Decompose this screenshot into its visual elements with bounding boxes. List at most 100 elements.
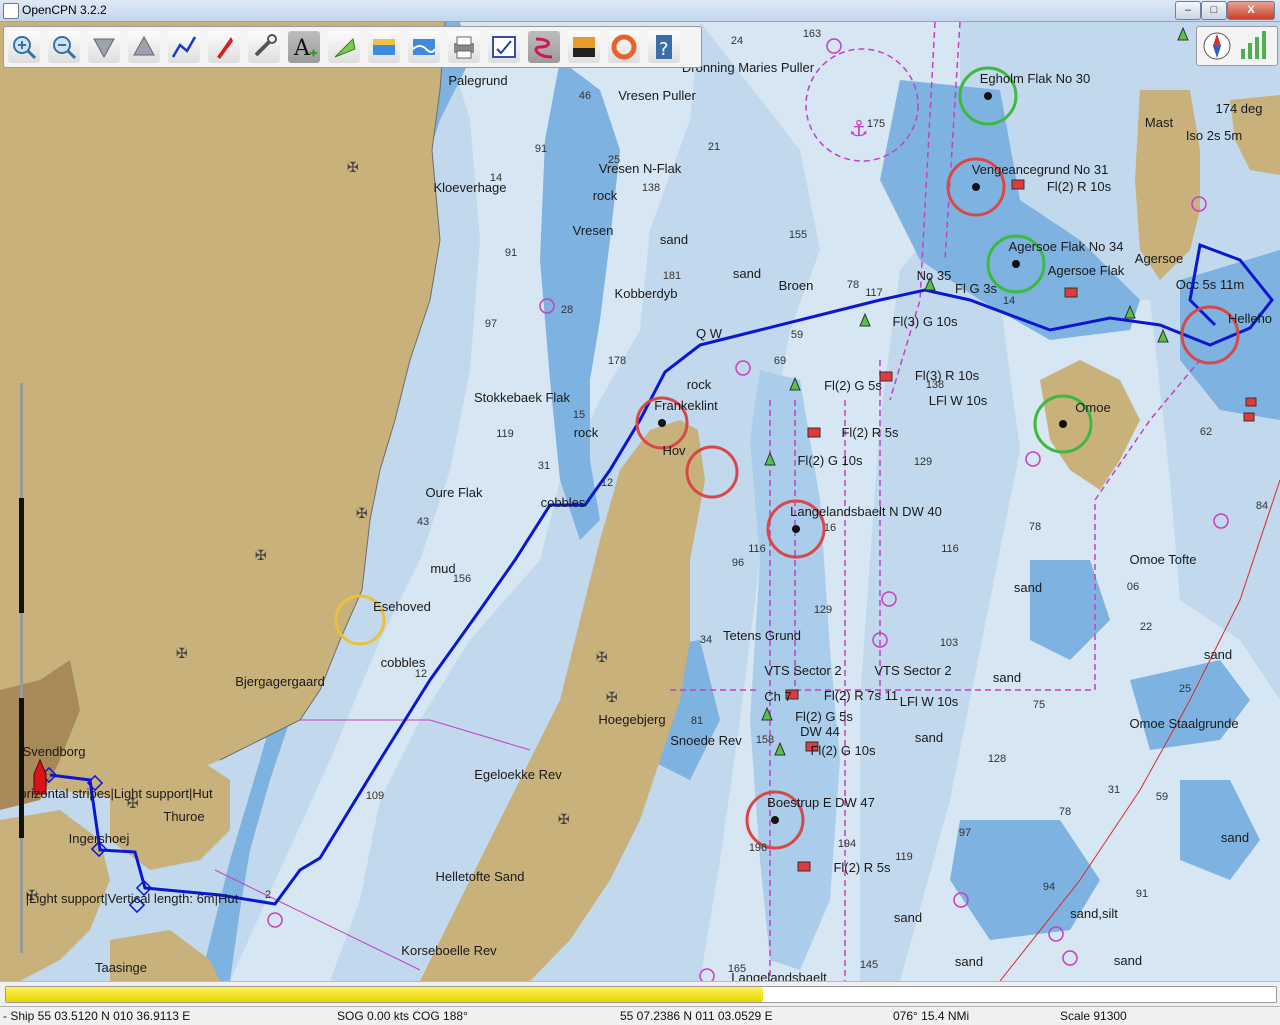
chart-label: Iso 2s 5m (1186, 128, 1242, 143)
app-icon (3, 3, 19, 19)
color-scheme-button[interactable] (568, 31, 600, 63)
depth-sounding: 129 (914, 456, 932, 468)
chart-label: Hov (662, 443, 686, 458)
chart-label: Broen (779, 278, 814, 293)
bearing-distance: 076° 15.4 NMi (893, 1009, 970, 1023)
settings-button[interactable] (248, 31, 280, 63)
chart-label: Agersoe Flak (1048, 263, 1125, 278)
depth-sounding: 138 (642, 182, 660, 194)
chart-label: Ingershoej (69, 831, 130, 846)
depth-sounding: 84 (1256, 500, 1268, 512)
depth-sounding: 2 (265, 889, 271, 901)
chart-label: cobbles (541, 495, 586, 510)
minimize-button[interactable]: – (1175, 1, 1201, 20)
depth-sounding: 175 (867, 118, 885, 130)
print-button[interactable] (448, 31, 480, 63)
route-button[interactable] (168, 31, 200, 63)
depth-sounding: 28 (561, 304, 573, 316)
chart-label: DW 44 (800, 724, 840, 739)
depth-sounding: 25 (608, 154, 620, 166)
chart-label: Fl(3) G 10s (892, 314, 958, 329)
scale-down-button[interactable] (88, 31, 120, 63)
chart-label: sand (1221, 830, 1249, 845)
compass-widget[interactable] (1196, 26, 1278, 66)
depth-sounding: 12 (601, 477, 613, 489)
svg-text:✠: ✠ (255, 548, 267, 564)
svg-text:✠: ✠ (596, 650, 608, 666)
chart-label: Mast (1145, 115, 1174, 130)
color-scheme-icon (573, 37, 595, 57)
chart-label: sand,silt (1070, 906, 1118, 921)
chart-label: Svendborg (23, 744, 86, 759)
depth-sounding: 156 (453, 573, 471, 585)
chart-label: Kobberdyb (615, 286, 678, 301)
chart-label: LFl W 10s (929, 393, 988, 408)
chart-bar-area (0, 981, 1280, 1006)
close-button[interactable]: X (1227, 1, 1275, 20)
nautical-chart[interactable]: ✠ ✠ ✠ ✠ ✠ ✠ ✠ ✠ ✠ ⚓ Dronning Maries Puller Pale… (0, 22, 1280, 981)
chart-label: sand (1204, 647, 1232, 662)
chart-canvas[interactable]: ✠✠✠ ✠ ✠✠ ✠✠✠ ⚓ Dronning Maries PullerPale… (0, 22, 1280, 981)
text-toggle-button[interactable]: A (288, 31, 320, 63)
route-manager-icon (492, 36, 516, 58)
scale-up-button[interactable] (128, 31, 160, 63)
maximize-button[interactable]: □ (1201, 1, 1227, 20)
depth-sounding: 78 (1029, 521, 1041, 533)
depth-sounding: 91 (535, 143, 547, 155)
depth-sounding: 119 (895, 851, 913, 863)
chart-label: Omoe Staalgrunde (1129, 716, 1238, 731)
depth-sounding: 94 (1043, 881, 1055, 893)
chart-label: sand (955, 954, 983, 969)
chart-label: Vresen (573, 223, 614, 238)
current-tide-icon (334, 37, 356, 58)
zoom-in-button[interactable] (8, 31, 40, 63)
depth-sounding: 75 (1033, 699, 1045, 711)
depth-sounding: 46 (579, 90, 591, 102)
tides-button[interactable] (368, 31, 400, 63)
current-tide-button[interactable] (328, 31, 360, 63)
track-button[interactable] (528, 31, 560, 63)
chart-label: orizontal stripes|Light support|Hut (19, 786, 213, 801)
mob-icon (611, 34, 637, 60)
depth-sounding: 21 (708, 141, 720, 153)
depth-sounding: 97 (959, 827, 971, 839)
depth-sounding: 165 (728, 963, 746, 975)
mob-button[interactable] (608, 31, 640, 63)
chart-label: Occ 5s 11m (1176, 277, 1244, 292)
chart-label: Snoede Rev (670, 733, 742, 748)
route-manager-button[interactable] (488, 31, 520, 63)
chart-label: Q W (696, 326, 723, 341)
chart-label: sand (915, 730, 943, 745)
depth-sounding: 12 (415, 668, 427, 680)
chart-label: Esehoved (373, 599, 431, 614)
cursor-position: 55 07.2386 N 011 03.0529 E (620, 1009, 773, 1023)
scale-down-icon (93, 38, 115, 59)
depth-sounding: 96 (732, 557, 744, 569)
depth-sounding: 181 (663, 270, 681, 282)
zoom-out-button[interactable] (48, 31, 80, 63)
depth-sounding: 163 (803, 28, 821, 40)
currents-button[interactable] (408, 31, 440, 63)
follow-ship-button[interactable] (208, 31, 240, 63)
ship-position: - Ship 55 03.5120 N 010 36.9113 E (3, 1009, 191, 1023)
svg-text:?: ? (659, 39, 669, 60)
depth-sounding: 59 (1156, 791, 1168, 803)
chart-label: Fl(2) G 5s (795, 709, 853, 724)
help-button[interactable]: ? (648, 31, 680, 63)
depth-sounding: 103 (940, 637, 958, 649)
depth-sounding: 81 (691, 715, 703, 727)
chart-label: sand (894, 910, 922, 925)
chart-label: VTS Sector 2 (874, 663, 951, 678)
depth-sounding: 97 (485, 318, 497, 330)
svg-text:✠: ✠ (176, 646, 188, 662)
chart-quilt-bar[interactable] (19, 383, 24, 953)
chart-label: Vresen Puller (618, 88, 696, 103)
chart-label: sand (733, 266, 761, 281)
chart-label: Langelandsbaelt N DW 40 (790, 504, 942, 519)
chart-label: Fl(2) R 5s (841, 425, 899, 440)
depth-sounding: 25 (1179, 683, 1191, 695)
depth-sounding: 116 (941, 543, 959, 555)
chart-label: Hoegebjerg (598, 712, 665, 727)
depth-sounding: 91 (1136, 888, 1148, 900)
track-icon (534, 37, 553, 59)
